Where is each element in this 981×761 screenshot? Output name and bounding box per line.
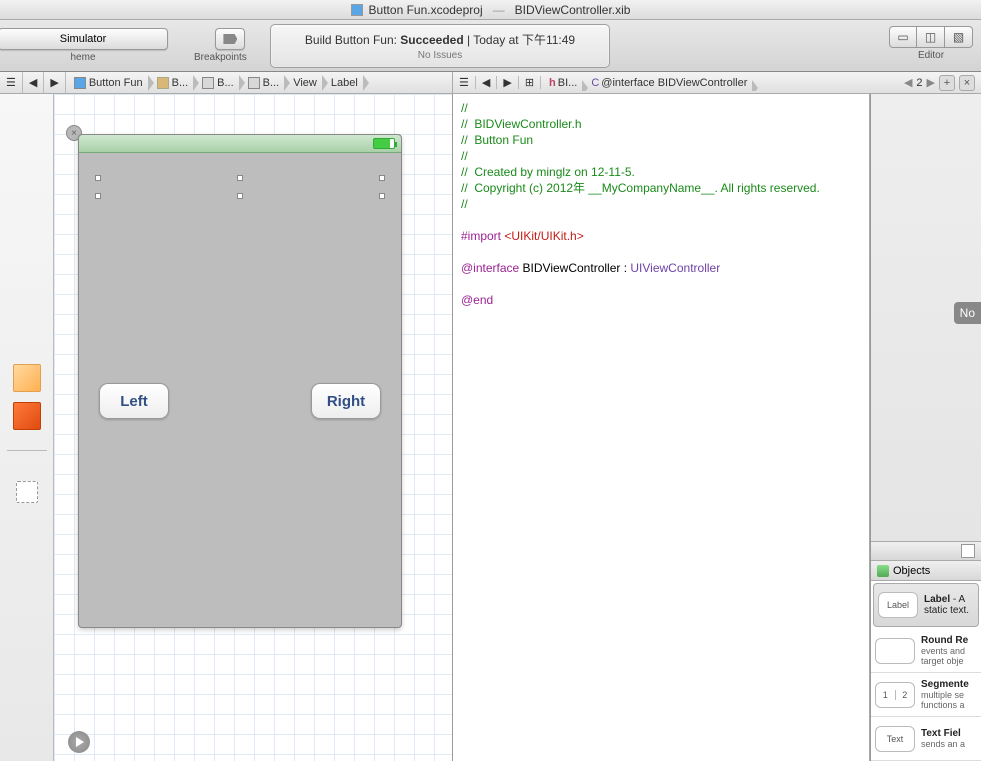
assistant-editor-icon[interactable]: ◫ bbox=[917, 26, 945, 48]
scheme-label: heme bbox=[70, 52, 95, 63]
folder-icon bbox=[157, 77, 169, 89]
selection-handle[interactable] bbox=[237, 193, 243, 199]
placeholder-first-responder-icon[interactable] bbox=[13, 402, 41, 430]
inspector-area: No bbox=[871, 94, 981, 541]
selection-handle[interactable] bbox=[379, 175, 385, 181]
jump-path-2[interactable]: hBI... C@interface BIDViewController bbox=[541, 77, 753, 89]
class-icon: C bbox=[591, 77, 599, 89]
editor-label: Editor bbox=[918, 50, 944, 61]
scheme-selector[interactable]: Simulator bbox=[0, 28, 168, 50]
title-separator: — bbox=[493, 3, 505, 17]
library-item-button[interactable]: Round Reevents and target obje bbox=[871, 629, 981, 673]
activity-prefix: Build Button Fun: bbox=[305, 33, 400, 47]
simulate-button[interactable] bbox=[68, 731, 90, 753]
battery-icon bbox=[373, 138, 395, 149]
ib-canvas[interactable]: × Left Right bbox=[54, 94, 452, 761]
jump-bar: ☰ ◀ ▶ Button Fun B... B... B... View Lab… bbox=[0, 72, 981, 94]
editor-mode-segmented[interactable]: ▭ ◫ ▧ bbox=[889, 26, 973, 48]
library-item-textfield[interactable]: Text Text Fielsends an a bbox=[871, 717, 981, 761]
project-icon bbox=[351, 4, 363, 16]
source-editor[interactable]: // // BIDViewController.h // Button Fun … bbox=[453, 94, 870, 761]
selection-handle[interactable] bbox=[95, 193, 101, 199]
objects-icon bbox=[877, 565, 889, 577]
xib-icon bbox=[202, 77, 214, 89]
header-icon: h bbox=[549, 77, 556, 89]
left-button[interactable]: Left bbox=[99, 383, 169, 419]
add-assistant-button[interactable]: + bbox=[939, 75, 955, 91]
window-titlebar: Button Fun.xcodeproj — BIDViewController… bbox=[0, 0, 981, 20]
no-selection-badge: No bbox=[954, 302, 981, 324]
view-object-icon[interactable] bbox=[16, 481, 38, 503]
back-button-2[interactable]: ◀ bbox=[476, 76, 497, 89]
close-assistant-button[interactable]: × bbox=[959, 75, 975, 91]
dock-divider bbox=[7, 450, 47, 451]
status-bar bbox=[79, 135, 401, 153]
file-template-icon[interactable] bbox=[961, 544, 975, 558]
counterparts-icon[interactable]: ⊞ bbox=[519, 76, 541, 89]
breakpoints-label: Breakpoints bbox=[194, 52, 247, 63]
toolbar: Simulator heme Breakpoints Build Button … bbox=[0, 20, 981, 72]
breakpoint-icon bbox=[223, 34, 237, 44]
counter-fwd[interactable]: ▶ bbox=[927, 76, 935, 89]
placeholder-files-owner-icon[interactable] bbox=[13, 364, 41, 392]
selection-handle[interactable] bbox=[237, 175, 243, 181]
jump-path[interactable]: Button Fun B... B... B... View Label bbox=[66, 72, 364, 93]
forward-button[interactable]: ▶ bbox=[44, 72, 65, 93]
library-tab-bar[interactable] bbox=[871, 541, 981, 561]
activity-time: Today at 下午11:49 bbox=[473, 33, 575, 47]
button-thumb bbox=[875, 638, 915, 664]
root-view[interactable]: Left Right bbox=[79, 153, 401, 627]
selection-handle[interactable] bbox=[379, 193, 385, 199]
activity-status: Succeeded bbox=[400, 33, 463, 47]
ib-dock bbox=[0, 94, 54, 761]
counter-back[interactable]: ◀ bbox=[904, 76, 912, 89]
related-items-menu[interactable]: ☰ bbox=[0, 72, 23, 93]
xib-icon bbox=[248, 77, 260, 89]
iphone-view[interactable]: Left Right bbox=[78, 134, 402, 628]
segmented-thumb: 12 bbox=[875, 682, 915, 708]
textfield-thumb: Text bbox=[875, 726, 915, 752]
back-button[interactable]: ◀ bbox=[23, 72, 44, 93]
library-item-label[interactable]: Label Label - A static text. bbox=[873, 583, 979, 627]
activity-sep: | bbox=[464, 33, 474, 47]
title-file: BIDViewController.xib bbox=[515, 3, 631, 17]
version-editor-icon[interactable]: ▧ bbox=[945, 26, 973, 48]
objects-library-header[interactable]: Objects bbox=[871, 561, 981, 581]
project-icon bbox=[74, 77, 86, 89]
title-project: Button Fun.xcodeproj bbox=[369, 3, 483, 17]
activity-viewer: Build Button Fun: Succeeded | Today at 下… bbox=[270, 24, 610, 68]
objects-library[interactable]: Label Label - A static text. Round Reeve… bbox=[871, 581, 981, 761]
breakpoints-button[interactable] bbox=[215, 28, 245, 50]
right-button[interactable]: Right bbox=[311, 383, 381, 419]
selection-handle[interactable] bbox=[95, 175, 101, 181]
forward-button-2[interactable]: ▶ bbox=[497, 76, 518, 89]
main-area: × Left Right // // bbox=[0, 94, 981, 761]
interface-builder-pane: × Left Right bbox=[0, 94, 453, 761]
label-thumb: Label bbox=[878, 592, 918, 618]
related-items-menu-2[interactable]: ☰ bbox=[453, 76, 476, 89]
activity-issues: No Issues bbox=[418, 50, 462, 61]
counter-num: 2 bbox=[916, 77, 922, 89]
library-item-segmented[interactable]: 12 Segmentemultiple se functions a bbox=[871, 673, 981, 717]
utilities-pane: No Objects Label Label - A static text. … bbox=[870, 94, 981, 761]
standard-editor-icon[interactable]: ▭ bbox=[889, 26, 917, 48]
